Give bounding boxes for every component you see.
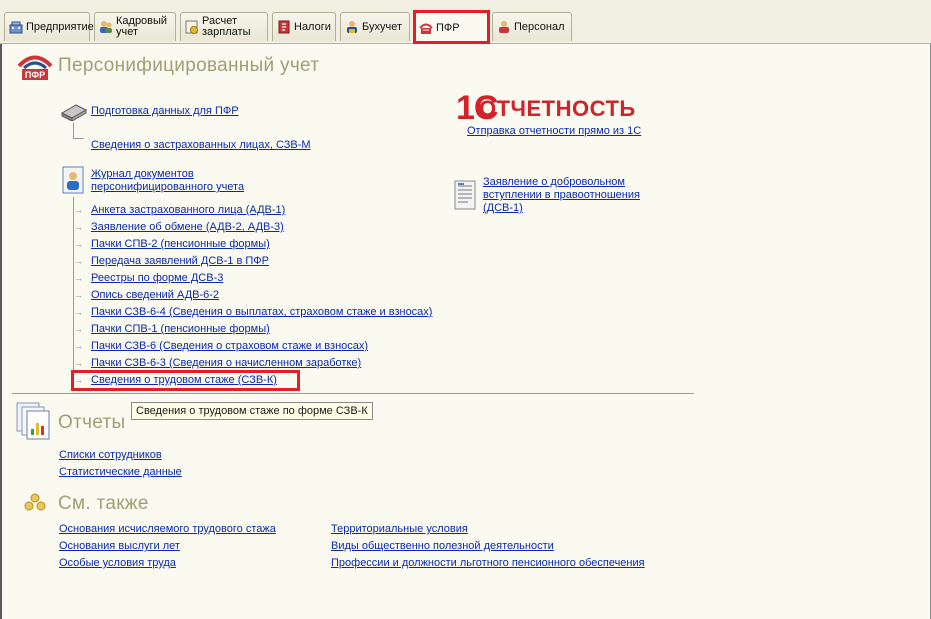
journal-link-line2[interactable]: персонифицированного учета	[91, 181, 244, 193]
pfr-logo-icon: ПФР	[17, 55, 53, 80]
journal-item-dsv3[interactable]: Реестры по форме ДСВ-3	[91, 272, 223, 284]
section-title-reports: Отчеты	[58, 412, 126, 433]
send-reports-link[interactable]: Отправка отчетности прямо из 1С	[467, 125, 641, 137]
statistics-link[interactable]: Статистические данные	[59, 466, 182, 478]
section-divider	[12, 393, 694, 394]
tab-payroll[interactable]: Расчет зарплаты	[180, 12, 268, 41]
section-title-see-also: См. также	[58, 493, 149, 514]
svg-text:ПФР: ПФР	[25, 70, 45, 80]
journal-link-line1[interactable]: Журнал документов	[91, 168, 194, 180]
staff-icon	[499, 21, 509, 33]
tree-line	[73, 123, 74, 138]
tree-arrow-icon: →	[74, 239, 83, 249]
szv-k-highlight	[71, 370, 300, 391]
journal-item-adv1[interactable]: Анкета застрахованного лица (АДВ-1)	[91, 204, 285, 216]
dsv1-link-line2[interactable]: вступлении в правоотношения	[483, 189, 640, 201]
tree-line	[73, 138, 84, 139]
tab-label: Расчет зарплаты	[202, 15, 251, 38]
tab-taxes[interactable]: Налоги	[272, 12, 336, 41]
brand-reporting-logo: ОТЧЕТНОСТЬ	[479, 96, 636, 121]
tree-arrow-icon: →	[74, 222, 83, 232]
taxes-icon	[278, 20, 290, 34]
tab-enterprise[interactable]: Предприятие	[4, 12, 94, 41]
tab-label: Бухучет	[362, 20, 402, 33]
enterprise-icon	[9, 21, 23, 34]
seniority-basis-link[interactable]: Основания исчисляемого трудового стажа	[59, 523, 276, 535]
szv-m-link[interactable]: Сведения о застрахованных лицах, СЗВ-М	[91, 139, 311, 151]
public-activities-link[interactable]: Виды общественно полезной деятельности	[331, 540, 554, 552]
tab-label: Кадровый учет	[116, 15, 168, 38]
tree-arrow-icon: →	[74, 256, 83, 266]
preferential-professions-link[interactable]: Профессии и должности льготного пенсионн…	[331, 557, 645, 569]
journal-item-szv6-4[interactable]: Пачки СЗВ-6-4 (Сведения о выплатах, стра…	[91, 306, 432, 318]
territorial-conditions-link[interactable]: Территориальные условия	[331, 523, 468, 535]
tab-accounting[interactable]: Бухучет	[340, 12, 410, 41]
szv-k-tooltip: Сведения о трудовом стаже по форме СЗВ-К	[131, 402, 373, 420]
books-icon	[60, 104, 88, 121]
tree-arrow-icon: →	[74, 341, 83, 351]
journal-item-adv6-2[interactable]: Опись сведений АДВ-6-2	[91, 289, 219, 301]
payroll-icon	[185, 20, 198, 34]
dsv1-link-line1[interactable]: Заявление о добровольном	[483, 176, 625, 188]
special-work-conditions-link[interactable]: Особые условия труда	[59, 557, 176, 569]
journal-item-spv1[interactable]: Пачки СПВ-1 (пенсионные формы)	[91, 323, 270, 335]
tree-arrow-icon: →	[74, 290, 83, 300]
see-also-icon	[24, 493, 46, 511]
reports-icon	[16, 402, 50, 440]
tab-label: Персонал	[514, 20, 565, 33]
form-document-icon	[454, 180, 476, 210]
tab-label: Налоги	[294, 20, 331, 33]
employee-lists-link[interactable]: Списки сотрудников	[59, 449, 162, 461]
journal-item-szv6[interactable]: Пачки СЗВ-6 (Сведения о страховом стаже …	[91, 340, 368, 352]
tree-arrow-icon: →	[74, 324, 83, 334]
tree-arrow-icon: →	[74, 307, 83, 317]
section-title-personified: Персонифицированный учет	[58, 55, 320, 76]
tree-arrow-icon: →	[74, 205, 83, 215]
tree-arrow-icon: →	[74, 358, 83, 368]
service-length-basis-link[interactable]: Основания выслуги лет	[59, 540, 180, 552]
accounting-icon	[347, 21, 357, 33]
tab-staff[interactable]: Персонал	[492, 12, 572, 41]
journal-icon	[62, 166, 84, 194]
pfr-tab-highlight	[413, 10, 490, 44]
tree-arrow-icon: →	[74, 273, 83, 283]
window-left-border	[0, 0, 2, 619]
journal-item-szv6-3[interactable]: Пачки СЗВ-6-3 (Сведения о начисленном за…	[91, 357, 361, 369]
personnel-icon	[100, 21, 112, 33]
dsv1-link-line3[interactable]: (ДСВ-1)	[483, 202, 523, 214]
journal-item-spv2[interactable]: Пачки СПВ-2 (пенсионные формы)	[91, 238, 270, 250]
journal-item-dsv1-transfer[interactable]: Передача заявлений ДСВ-1 в ПФР	[91, 255, 269, 267]
prepare-pfr-data-link[interactable]: Подготовка данных для ПФР	[91, 105, 239, 117]
journal-item-adv2-adv3[interactable]: Заявление об обмене (АДВ-2, АДВ-3)	[91, 221, 284, 233]
tab-personnel[interactable]: Кадровый учет	[94, 12, 176, 41]
tab-label: Предприятие	[26, 20, 94, 33]
